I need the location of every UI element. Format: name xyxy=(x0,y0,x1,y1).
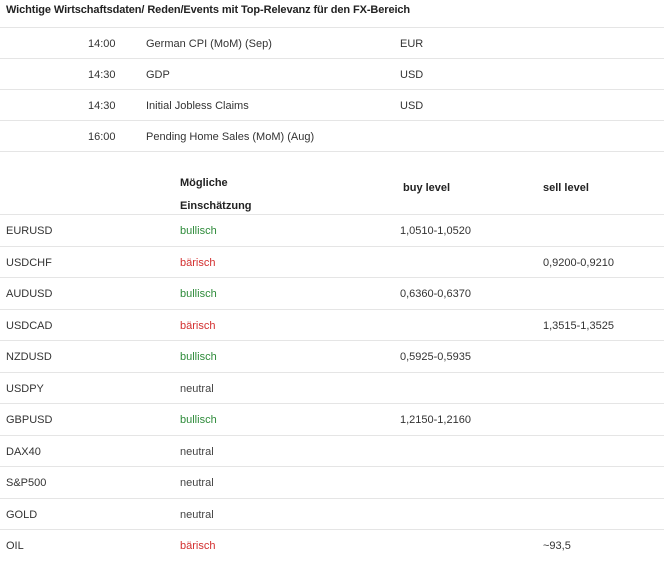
fx-pair: OIL xyxy=(6,540,24,552)
fx-pair: NZDUSD xyxy=(6,351,52,363)
fx-table-header: Mögliche Einschätzung buy level sell lev… xyxy=(0,151,664,214)
table-row: AUDUSD bullisch 0,6360-0,6370 xyxy=(0,277,664,309)
table-row: NZDUSD bullisch 0,5925-0,5935 xyxy=(0,340,664,372)
table-row: USDCAD bärisch 1,3515-1,3525 xyxy=(0,308,664,341)
fx-buy-level: 0,5925-0,5935 xyxy=(400,351,471,363)
fx-pair: USDCHF xyxy=(6,256,52,269)
fx-estimate: bullisch xyxy=(180,414,217,426)
fx-pair: S&P500 xyxy=(6,477,47,489)
fx-estimate: bullisch xyxy=(180,351,217,363)
page-heading: Wichtige Wirtschaftsdaten/ Reden/Events … xyxy=(6,4,411,16)
fx-sell-level: 0,9200-0,9210 xyxy=(543,256,614,269)
fx-estimate: bärisch xyxy=(180,256,216,269)
event-row: 14:30 GDP USD xyxy=(0,58,664,89)
event-name: Initial Jobless Claims xyxy=(146,100,249,112)
events-table: 14:00 German CPI (MoM) (Sep) EUR 14:30 G… xyxy=(0,27,664,151)
fx-pair: USDCAD xyxy=(6,319,53,332)
fx-buy-level: 1,0510-1,0520 xyxy=(400,225,471,237)
event-name: GDP xyxy=(146,69,170,81)
page: Wichtige Wirtschaftsdaten/ Reden/Events … xyxy=(0,0,668,558)
header-buy-level: buy level xyxy=(403,182,451,194)
event-row: 14:00 German CPI (MoM) (Sep) EUR xyxy=(0,27,664,58)
fx-estimate: neutral xyxy=(180,477,214,489)
fx-buy-level: 1,2150-1,2160 xyxy=(400,414,471,426)
table-row: USDCHF bärisch 0,9200-0,9210 xyxy=(0,245,664,278)
table-row: GOLD neutral xyxy=(0,497,664,530)
event-name: German CPI (MoM) (Sep) xyxy=(146,38,272,50)
fx-estimate: neutral xyxy=(180,445,214,458)
fx-estimate: neutral xyxy=(180,382,214,395)
fx-buy-level: 0,6360-0,6370 xyxy=(400,288,471,300)
event-time: 14:00 xyxy=(88,38,116,50)
fx-estimate: bullisch xyxy=(180,288,217,300)
event-row: 16:00 Pending Home Sales (MoM) (Aug) xyxy=(0,120,664,151)
fx-pair: USDPY xyxy=(6,382,44,395)
event-time: 14:30 xyxy=(88,100,116,112)
table-row: GBPUSD bullisch 1,2150-1,2160 xyxy=(0,403,664,435)
event-currency: EUR xyxy=(400,38,424,50)
header-estimate-line1: Mögliche xyxy=(180,177,228,189)
event-time: 16:00 xyxy=(88,131,116,143)
table-row: USDPY neutral xyxy=(0,371,664,404)
fx-pair: GOLD xyxy=(6,508,38,521)
event-currency: USD xyxy=(400,69,424,81)
fx-estimate: bärisch xyxy=(180,540,216,552)
event-name: Pending Home Sales (MoM) (Aug) xyxy=(146,131,315,143)
table-row: OIL bärisch ~93,5 xyxy=(0,529,664,561)
fx-estimate: bärisch xyxy=(180,319,216,332)
header-sell-level: sell level xyxy=(543,182,589,194)
fx-pair: GBPUSD xyxy=(6,414,53,426)
table-row: DAX40 neutral xyxy=(0,434,664,467)
header-estimate: Mögliche Einschätzung xyxy=(180,172,252,218)
fx-pair: AUDUSD xyxy=(6,288,53,300)
fx-table-body: EURUSD bullisch 1,0510-1,0520 USDCHF bärisch… xyxy=(0,214,664,561)
fx-pair: DAX40 xyxy=(6,445,41,458)
event-row: 14:30 Initial Jobless Claims USD xyxy=(0,89,664,120)
event-time: 14:30 xyxy=(88,69,116,81)
table-row: S&P500 neutral xyxy=(0,466,664,498)
fx-sell-level: ~93,5 xyxy=(543,540,571,552)
event-currency: USD xyxy=(400,100,424,112)
fx-table: Mögliche Einschätzung buy level sell lev… xyxy=(0,151,664,561)
table-row: EURUSD bullisch 1,0510-1,0520 xyxy=(0,214,664,246)
fx-pair: EURUSD xyxy=(6,225,53,237)
fx-estimate: neutral xyxy=(180,508,214,521)
fx-sell-level: 1,3515-1,3525 xyxy=(543,319,614,332)
fx-estimate: bullisch xyxy=(180,225,217,237)
